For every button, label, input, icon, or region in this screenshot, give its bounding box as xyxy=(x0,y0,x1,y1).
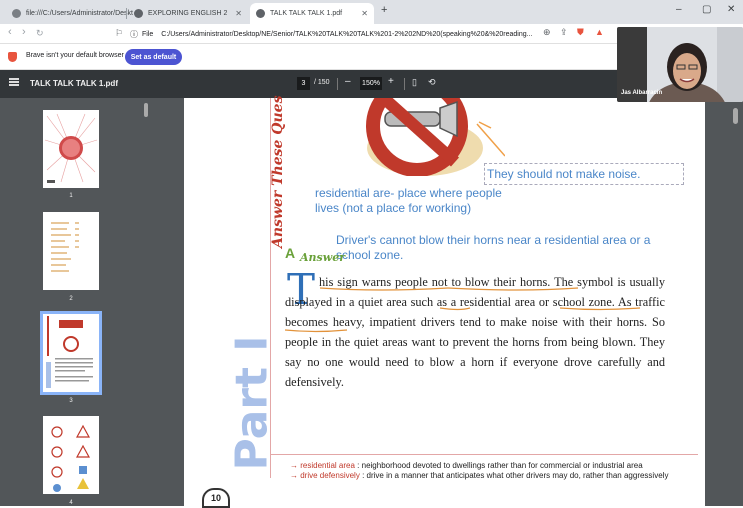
page-total: / 150 xyxy=(314,79,330,86)
thumbnail-label: 4 xyxy=(69,500,73,506)
annotation-residential-note[interactable]: residential are- place where people live… xyxy=(315,186,515,216)
page-number-badge: 10 xyxy=(202,488,230,508)
zoom-in-icon[interactable]: + xyxy=(388,76,394,87)
answer-label: Answer xyxy=(300,251,345,264)
tab-title: file:///C:/Users/Administrator/Deskt xyxy=(26,10,133,17)
tab-talk-pdf[interactable]: TALK TALK TALK 1.pdf ✕ xyxy=(250,3,374,24)
thumbnail-page-3-selected[interactable] xyxy=(40,311,102,395)
maximize-icon[interactable]: ▢ xyxy=(702,4,711,15)
thumbnail-page-1[interactable] xyxy=(43,110,99,188)
page-number-input[interactable]: 3 xyxy=(297,77,310,90)
thumbnail-2-preview xyxy=(51,222,79,272)
no-horn-sign-illustration xyxy=(366,98,505,176)
tab-title: EXPLORING ENGLISH 2(NEW)_optim xyxy=(148,10,228,17)
footnote-residential: → residential area : neighborhood devote… xyxy=(290,461,690,471)
bookmark-icon[interactable]: ⚐ xyxy=(115,28,123,39)
minimize-icon[interactable]: – xyxy=(676,4,682,15)
thumbnail-page-2[interactable] xyxy=(43,212,99,290)
footnote-arrow-icon: → xyxy=(290,471,298,480)
thumbnail-1-preview xyxy=(44,113,98,183)
zoom-icon[interactable]: ⊕ xyxy=(543,27,551,38)
footnote-arrow-icon: → xyxy=(290,461,298,470)
thumbnail-page-4[interactable] xyxy=(43,416,99,494)
side-title-text: Answer These Ques xyxy=(270,95,286,248)
tab-strip: file:///C:/Users/Administrator/Deskt EXP… xyxy=(0,0,743,24)
brave-logo-icon xyxy=(8,52,17,62)
rotate-icon[interactable]: ⟲ xyxy=(428,77,436,88)
globe-icon xyxy=(12,9,21,18)
annotation-noise-note[interactable]: They should not make noise. xyxy=(487,167,640,181)
underline-annotations xyxy=(320,287,641,311)
thumbnail-label: 2 xyxy=(69,296,73,302)
viewer-scrollbar[interactable] xyxy=(733,108,738,124)
reload-icon[interactable]: ↻ xyxy=(36,28,44,39)
sidebar-scrollbar[interactable] xyxy=(144,103,148,117)
back-icon[interactable]: ‹ xyxy=(8,26,12,38)
footnotes: → residential area : neighborhood devote… xyxy=(290,461,690,481)
webcam-name-label: Jas Albarracin xyxy=(621,90,663,96)
fit-page-icon[interactable]: ▯ xyxy=(412,77,417,88)
thumbnail-label: 1 xyxy=(69,193,73,199)
underline-school-zone xyxy=(285,329,348,333)
tab-title: TALK TALK TALK 1.pdf xyxy=(270,10,343,17)
zoom-out-icon[interactable]: – xyxy=(345,76,351,87)
brave-shield-icon[interactable]: ⛊ xyxy=(577,27,584,38)
margin-rule xyxy=(270,98,271,478)
url-field[interactable]: ⓘ File C:/Users/Administrator/Desktop/NE… xyxy=(130,27,600,41)
part-title: Part I xyxy=(225,300,278,470)
zoom-level-input[interactable]: 150% xyxy=(360,77,382,90)
thumbnail-3-preview xyxy=(46,316,93,388)
close-icon[interactable]: ✕ xyxy=(235,9,242,18)
url-scheme-label: File xyxy=(142,30,154,38)
footnote-definition: : drive in a manner that anticipates wha… xyxy=(362,471,669,480)
page-icon xyxy=(134,9,143,18)
footnote-definition: : neighborhood devoted to dwellings rath… xyxy=(357,461,643,470)
brave-rewards-icon[interactable]: ▲ xyxy=(595,27,604,37)
footnote-drive: → drive defensively : drive in a manner … xyxy=(290,471,690,481)
url-text: C:/Users/Administrator/Desktop/NE/Senior… xyxy=(161,30,533,38)
footnote-term: residential area xyxy=(300,461,355,470)
menu-icon[interactable] xyxy=(9,78,19,86)
set-default-button[interactable]: Set as default xyxy=(125,49,182,65)
infobar-message: Brave isn't your default browser xyxy=(26,52,124,59)
info-icon: ⓘ xyxy=(130,29,138,39)
close-icon[interactable]: ✕ xyxy=(361,9,368,18)
pdf-title: TALK TALK TALK 1.pdf xyxy=(30,79,118,88)
thumbnail-4-preview xyxy=(51,424,91,492)
new-tab-button[interactable]: + xyxy=(381,4,387,16)
footnote-rule xyxy=(270,454,698,455)
share-icon[interactable]: ⇪ xyxy=(560,27,568,38)
pdf-icon xyxy=(256,9,265,18)
tab-file[interactable]: file:///C:/Users/Administrator/Deskt xyxy=(6,3,133,24)
tab-exploring-english[interactable]: EXPLORING ENGLISH 2(NEW)_optim ✕ xyxy=(128,3,248,24)
forward-icon[interactable]: › xyxy=(22,26,26,38)
window-close-icon[interactable]: ✕ xyxy=(727,4,735,15)
thumbnail-label: 3 xyxy=(69,398,73,404)
answer-marker-icon: A xyxy=(285,245,296,261)
footnote-term: drive defensively xyxy=(300,471,360,480)
annotation-drivers-note[interactable]: Driver's cannot blow their horns near a … xyxy=(336,233,656,263)
